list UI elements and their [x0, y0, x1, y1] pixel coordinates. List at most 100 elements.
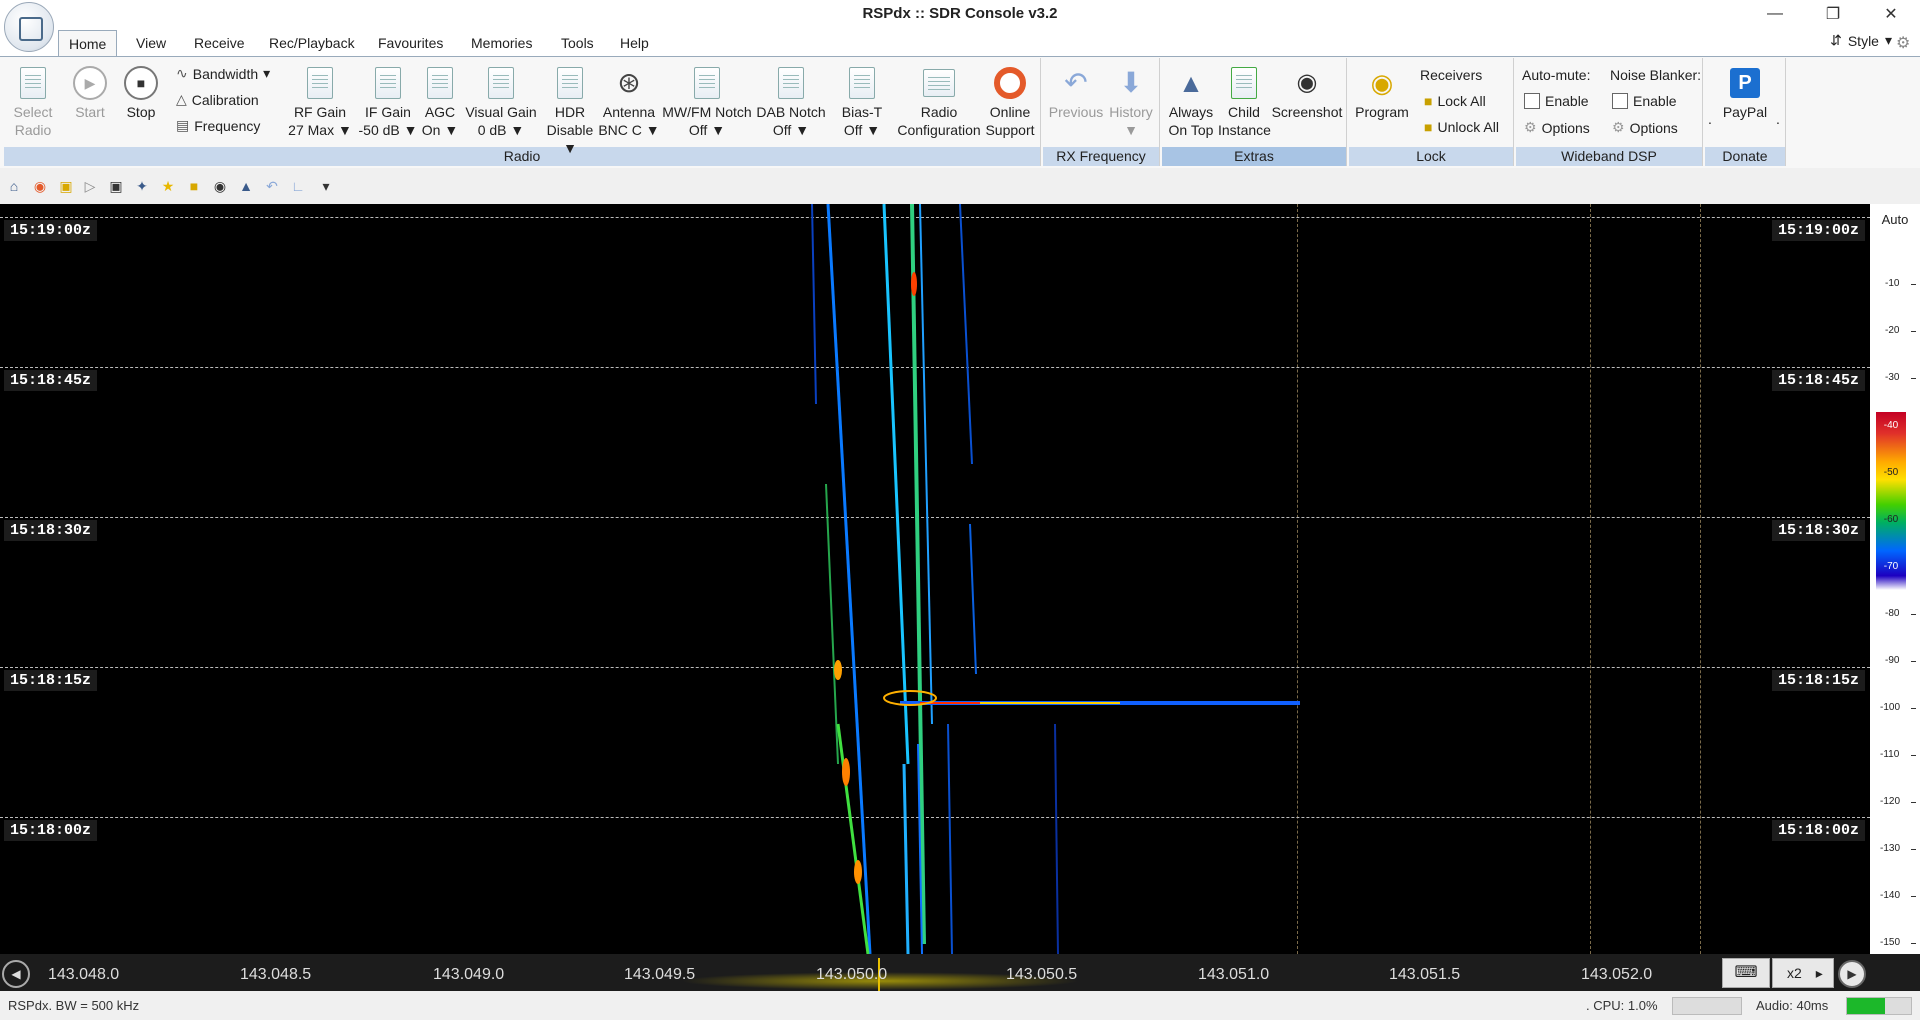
online-support-button[interactable]: Online Support — [984, 66, 1036, 139]
time-label: 15:18:45z — [4, 370, 98, 391]
camera-icon[interactable]: ◉ — [212, 178, 228, 194]
tab-help[interactable]: Help — [610, 30, 659, 56]
folder-icon[interactable]: ▣ — [58, 178, 74, 194]
scale-tick: -70 — [1883, 561, 1899, 572]
noise-blanker-options-button[interactable]: ⚙ Options — [1612, 119, 1678, 136]
bias-t-value: Off — [843, 122, 863, 138]
visual-gain-icon — [484, 66, 518, 100]
style-menu[interactable]: ⇵ Style ▾ — [1830, 32, 1892, 49]
waterfall-display[interactable]: 15:19:00z 15:19:00z 15:18:45z 15:18:45z … — [0, 204, 1870, 954]
undo-icon[interactable]: ↶ — [264, 178, 280, 194]
auto-mute-label: Auto-mute: — [1522, 67, 1591, 83]
lock-icon[interactable]: ■ — [186, 178, 202, 194]
tab-favourites[interactable]: Favourites — [368, 30, 453, 56]
if-gain-button[interactable]: IF Gain -50 dB ▼ — [356, 66, 420, 139]
tab-receive[interactable]: Receive — [184, 30, 255, 56]
start-button[interactable]: ▶ Start — [70, 66, 110, 121]
zoom-selector[interactable]: x2 ▸ — [1772, 958, 1834, 988]
tab-rec-playback[interactable]: Rec/Playback — [259, 30, 365, 56]
camera-icon: ◉ — [1296, 69, 1318, 96]
scale-tick: -80 — [1885, 608, 1916, 619]
bandwidth-button[interactable]: ∿ Bandwidth ▾ — [176, 65, 270, 82]
auto-mute-enable-checkbox[interactable]: Enable — [1524, 93, 1589, 109]
scroll-left-button[interactable]: ◀ — [2, 960, 30, 988]
tab-home[interactable]: Home — [58, 30, 118, 56]
app-icon — [19, 17, 43, 41]
signal-trace — [947, 723, 953, 954]
frequency-label: 143.051.5 — [1389, 966, 1461, 983]
bias-t-button[interactable]: Bias-T Off ▼ — [836, 66, 888, 139]
star-icon[interactable]: ★ — [160, 178, 176, 194]
stop-button[interactable]: ■ Stop — [120, 66, 162, 121]
signal-trace — [882, 204, 910, 765]
scale-tick: -130 — [1880, 843, 1916, 854]
dab-notch-button[interactable]: DAB Notch Off ▼ — [754, 66, 828, 139]
status-audio: Audio: 40ms — [1756, 998, 1829, 1013]
signal-trace — [919, 204, 933, 725]
application-menu-button[interactable] — [4, 2, 54, 52]
gear-icon[interactable]: ⚙ — [1896, 33, 1914, 52]
scale-tick: -140 — [1880, 890, 1916, 901]
zoom-value: x2 — [1787, 965, 1802, 981]
lock-all-button[interactable]: ■ Lock All — [1424, 93, 1486, 109]
mwfm-notch-label: MW/FM Notch — [662, 104, 752, 120]
keyboard-icon[interactable]: ⌨ — [1722, 958, 1770, 988]
stop-icon[interactable]: ▣ — [108, 178, 124, 194]
child-instance-button[interactable]: Child Instance — [1218, 66, 1271, 139]
chevron-down-icon: ▼ — [1124, 122, 1138, 138]
signal-trace — [825, 483, 839, 765]
tab-tools[interactable]: Tools — [551, 30, 604, 56]
bias-t-label: Bias-T — [841, 104, 883, 120]
tab-memories[interactable]: Memories — [461, 30, 542, 56]
mwfm-notch-button[interactable]: MW/FM Notch Off ▼ — [660, 66, 754, 139]
screenshot-button[interactable]: ◉ Screenshot — [1270, 66, 1344, 121]
start-label: Start — [75, 104, 105, 120]
frequency-label: 143.049.5 — [624, 966, 696, 983]
previous-button[interactable]: ↶ Previous — [1048, 66, 1104, 121]
close-button[interactable]: ✕ — [1862, 0, 1920, 28]
calibration-button[interactable]: △ Calibration — [176, 91, 259, 108]
status-bar: RSPdx. BW = 500 kHz . CPU: 1.0% Audio: 4… — [0, 991, 1920, 1020]
undo-arrow-icon: ↶ — [1064, 67, 1088, 98]
frequency-button[interactable]: ▤ Frequency — [176, 117, 260, 134]
scroll-right-button[interactable]: ▶ — [1838, 960, 1866, 988]
program-button[interactable]: ◉ Program — [1352, 66, 1412, 121]
frequency-label: 143.050.5 — [1006, 966, 1078, 983]
dab-notch-value: Off — [772, 122, 792, 138]
home-icon[interactable]: ⌂ — [6, 178, 22, 194]
play-icon[interactable]: ▷ — [82, 178, 98, 194]
unlock-all-label: Unlock All — [1437, 119, 1499, 135]
paypal-button[interactable]: P PayPal — [1714, 66, 1776, 121]
tab-view[interactable]: View — [126, 30, 176, 56]
chevron-down-icon: ▼ — [403, 122, 418, 138]
child-instance-line1: Child — [1228, 104, 1260, 120]
visual-gain-button[interactable]: Visual Gain 0 dB ▼ — [464, 66, 538, 139]
chevron-down-icon: ▼ — [645, 122, 660, 138]
radio-configuration-button[interactable]: Radio Configuration — [894, 66, 984, 139]
time-label: 15:18:30z — [4, 520, 98, 541]
always-on-top-button[interactable]: ▲ Always On Top — [1164, 66, 1218, 139]
select-radio-button[interactable]: Select Radio — [8, 66, 58, 139]
navigator-icon[interactable]: ✦ — [134, 178, 150, 194]
antenna-button[interactable]: ⊛ Antenna BNC C ▼ — [598, 66, 660, 139]
agc-button[interactable]: AGC On ▼ — [418, 66, 462, 139]
scale-auto-button[interactable]: Auto — [1870, 212, 1920, 227]
time-label: 15:19:00z — [1772, 220, 1866, 241]
scale-tick: -20 — [1885, 325, 1916, 336]
rf-gain-value: 27 Max — [288, 122, 335, 138]
restore-button[interactable]: ❐ — [1804, 0, 1862, 28]
unlock-all-button[interactable]: ■ Unlock All — [1424, 119, 1499, 135]
waterfall-signals — [811, 204, 1300, 954]
noise-blanker-enable-checkbox[interactable]: Enable — [1612, 93, 1677, 109]
lifebuoy-icon[interactable]: ◉ — [32, 178, 48, 194]
pin-icon[interactable]: ▲ — [238, 178, 254, 194]
history-button[interactable]: ⬇ History ▼ — [1104, 66, 1158, 139]
rf-gain-button[interactable]: RF Gain 27 Max ▼ — [288, 66, 352, 139]
chart-icon[interactable]: ∟ — [290, 178, 306, 194]
chevron-down-icon: ▼ — [337, 122, 352, 138]
customize-dropdown-icon[interactable]: ▾ — [318, 178, 334, 194]
pin-icon: ▲ — [1178, 68, 1204, 98]
hdr-button[interactable]: HDR Disable ▼ — [540, 66, 600, 157]
minimize-button[interactable]: — — [1746, 0, 1804, 28]
auto-mute-options-button[interactable]: ⚙ Options — [1524, 119, 1590, 136]
